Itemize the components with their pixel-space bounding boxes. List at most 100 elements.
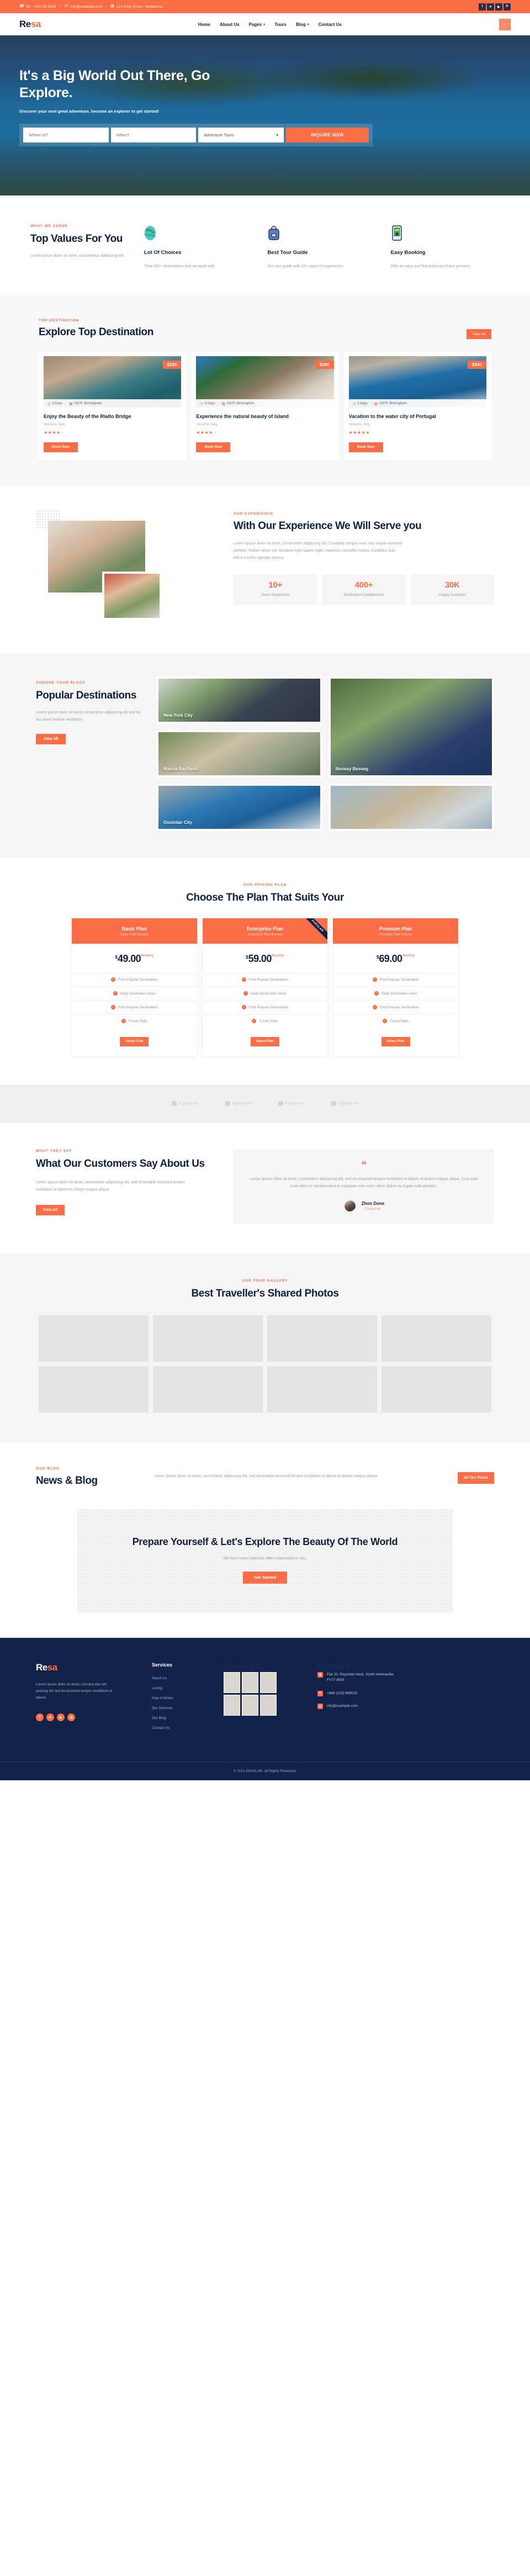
destination-title: Enjoy the Beauty of the Rialto Bridge	[44, 414, 131, 420]
footer-link-listing[interactable]: Listing	[152, 1686, 218, 1690]
plan-feature-label: Travel Stats	[259, 1019, 278, 1023]
nav-item-tours[interactable]: Tours	[274, 22, 287, 27]
gallery-tile[interactable]	[267, 1315, 377, 1362]
phone-icon: ✆	[317, 1690, 323, 1696]
footer-thumbnail[interactable]	[242, 1694, 258, 1716]
rating-stars: ★★★★★	[196, 430, 218, 436]
clock-icon: ◷	[352, 401, 356, 406]
twitter-icon[interactable]: ✈	[46, 1713, 54, 1721]
nav-item-blog[interactable]: Blog ▾	[296, 22, 309, 27]
pricing-eyebrow: OUR PRICING PLAN	[243, 882, 287, 887]
topbar-phone[interactable]: ☎ Tel: +440-98-5298	[19, 4, 56, 9]
select-plan-button[interactable]: Select Plan	[120, 1036, 149, 1046]
popular-card-oxolotan-city[interactable]: Oxolotan City	[156, 783, 322, 831]
plan-feature: ✓ Find Popular Destination	[202, 972, 328, 986]
select-plan-button[interactable]: Select Plan	[251, 1036, 279, 1046]
footer-brand: Resa Lorem ipsum dolor sit amet, consect…	[36, 1662, 146, 1736]
footer-link-our-blog[interactable]: Our Blog	[152, 1716, 218, 1720]
popular-card-new-york-city[interactable]: New York City	[156, 676, 322, 724]
footer-about-text: Lorem ipsum dolor sit amet, consect etur…	[36, 1682, 113, 1700]
popular-card-marina-bay-sand[interactable]: Marina BaySand	[156, 729, 322, 777]
popular-card-extra[interactable]	[328, 783, 494, 831]
cta-section: Prepare Yourself & Let's Explore The Bea…	[77, 1509, 453, 1612]
stat-number: 400+	[354, 580, 373, 590]
all-our-posts-button[interactable]: All Our Posts	[458, 1472, 494, 1484]
footer-link-our-services[interactable]: Our Services	[152, 1706, 218, 1710]
gallery-tile[interactable]	[381, 1315, 491, 1362]
experience-stats: 10+ Years Experience 400+ Destination Co…	[234, 574, 494, 605]
plan-header: POPULAR Enterprise Plan Enterprise Plan …	[202, 918, 328, 944]
footer-address-label: Flat 20, Reynolds Neck, North Helenavill…	[327, 1672, 395, 1683]
price-badge: $340	[315, 361, 334, 369]
nav-item-about-us[interactable]: About Us	[220, 22, 240, 27]
tour-type-select[interactable]: Adventure Tours ▾	[198, 128, 284, 142]
nav-item-pages[interactable]: Pages ▾	[249, 22, 266, 27]
values-intro: WHAT WE SERVE Top Values For You Lorem i…	[30, 224, 130, 270]
twitter-icon[interactable]: ✈	[487, 3, 494, 10]
footer-thumbnail[interactable]	[224, 1672, 240, 1693]
value-card-choices: Lot Of Choices Total 460+ destinations t…	[144, 224, 253, 270]
nav-item-home[interactable]: Home	[198, 22, 210, 27]
youtube-icon[interactable]: ▶	[57, 1713, 65, 1721]
footer-logo[interactable]: Resa	[36, 1662, 146, 1673]
pricing-plan-premium: Premium Plan Premium Plan Service $69.00…	[333, 918, 459, 1056]
logo-mark-icon	[278, 1101, 283, 1106]
currency-symbol: $	[115, 955, 118, 960]
popular-destination-grid: New York City Norway Besseg Marina BaySa…	[156, 676, 494, 831]
footer-thumbnail[interactable]	[260, 1672, 277, 1693]
site-logo[interactable]: Resa	[19, 19, 41, 30]
facebook-icon[interactable]: f	[36, 1713, 44, 1721]
topbar-email[interactable]: ✉ info@example.com	[64, 4, 103, 9]
destination-card[interactable]: $340 ◷ 5 Days ▦ G87P, Birmingham Experienc…	[191, 351, 339, 460]
footer-link-how-it-works[interactable]: How It Works	[152, 1696, 218, 1700]
where-to-input[interactable]	[23, 128, 109, 142]
check-icon: ✓	[111, 977, 116, 982]
instagram-icon[interactable]: ◎	[67, 1713, 75, 1721]
nav-item-contact-us[interactable]: Contact Us	[319, 22, 342, 27]
when-input[interactable]	[110, 128, 197, 142]
footer-contact-phone[interactable]: ✆ +888 (123) 869523	[317, 1690, 494, 1696]
search-icon[interactable]: ⌕	[499, 18, 511, 30]
destination-card[interactable]: $340 ◷ 5 Days ▦ G87P, Birmingham Vacation …	[343, 351, 491, 460]
gallery-tile[interactable]	[153, 1315, 263, 1362]
experience-content: OUR EXPERIENCE With Our Experience We Wi…	[234, 510, 494, 605]
footer-thumbnail[interactable]	[242, 1672, 258, 1693]
nav-label: Blog	[295, 22, 306, 27]
testimonial-view-all-button[interactable]: View All	[36, 1204, 65, 1215]
footer-link-contact-us[interactable]: Contact Us	[152, 1726, 218, 1730]
gallery-tile[interactable]	[39, 1366, 149, 1413]
topbar-separator-1: |	[59, 4, 61, 9]
plan-header: Premium Plan Premium Plan Service	[333, 918, 459, 944]
gallery-tile[interactable]	[381, 1366, 491, 1413]
footer-thumbnail[interactable]	[224, 1694, 240, 1716]
facebook-icon[interactable]: f	[479, 3, 486, 10]
book-now-button[interactable]: Book Now	[348, 442, 383, 452]
youtube-icon[interactable]: ▶	[495, 3, 502, 10]
blog-description: Lorem ipsum dolor sit amet, consectetur …	[154, 1467, 444, 1480]
get-started-button[interactable]: Get Started	[243, 1571, 287, 1584]
partner-logo: logoipsum	[225, 1101, 252, 1106]
gallery-tile[interactable]	[39, 1315, 149, 1362]
footer-thumbnail[interactable]	[260, 1694, 277, 1716]
footer-contact-email[interactable]: ✉ info@example.com	[317, 1704, 494, 1710]
gallery-tile[interactable]	[153, 1366, 263, 1413]
pinterest-icon[interactable]: P	[504, 3, 511, 10]
plan-feature: ✓ Find Popular Destination	[72, 972, 197, 986]
inquire-now-button[interactable]: INQUIRE NOW	[286, 128, 369, 142]
plan-feature-label: Find Popular Destination	[118, 1005, 158, 1009]
book-now-button[interactable]: Book Now	[44, 442, 78, 452]
tour-gallery-section: OUR TOUR GALLERY Best Traveller's Shared…	[0, 1253, 530, 1442]
topdest-view-all-button[interactable]: View All	[467, 329, 491, 340]
book-now-button[interactable]: Book Now	[196, 442, 231, 452]
clock-icon: ◷	[47, 401, 51, 406]
gallery-eyebrow: OUR TOUR GALLERY	[242, 1279, 288, 1283]
popular-card-norway-besseg[interactable]: Norway Besseg	[328, 676, 494, 777]
footer-link-about-us[interactable]: About Us	[152, 1676, 218, 1680]
gallery-tile[interactable]	[267, 1366, 377, 1413]
popular-view-all-button[interactable]: View All	[36, 734, 66, 745]
currency-symbol: $	[376, 955, 379, 960]
quote-icon: ❝	[361, 1159, 367, 1171]
partner-logo: logoipsum	[278, 1101, 305, 1106]
select-plan-button[interactable]: Select Plan	[381, 1036, 410, 1046]
destination-card[interactable]: $340 ◷ 5 Days ▦ G87P, Birmingham Enjoy the…	[39, 351, 187, 460]
